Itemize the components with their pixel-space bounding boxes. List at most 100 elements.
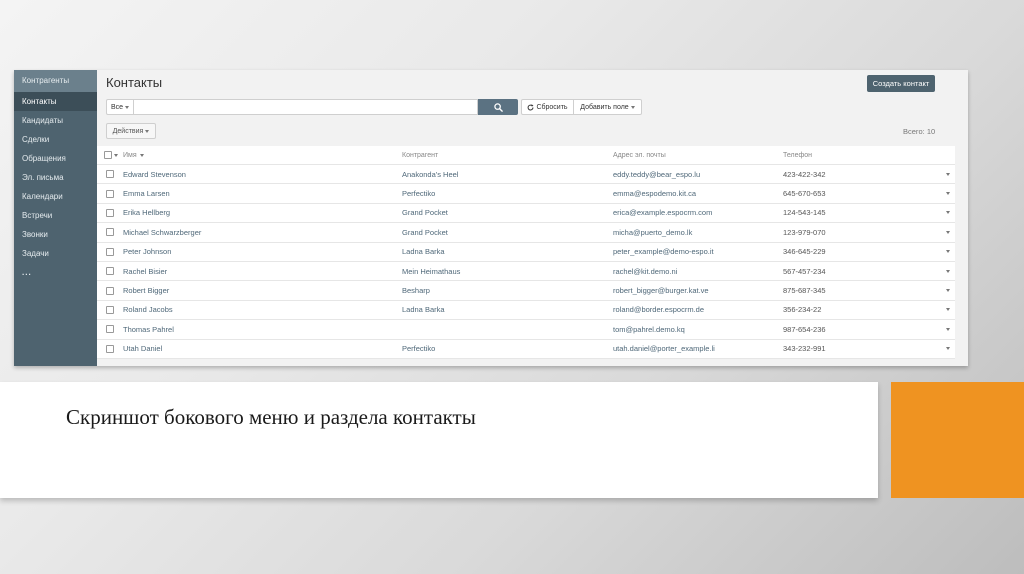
search-button[interactable] (478, 99, 518, 115)
row-actions-button[interactable] (946, 262, 950, 280)
sidebar-item-accounts[interactable]: Контрагенты (14, 70, 97, 92)
checkbox-icon (106, 325, 114, 334)
checkbox-icon (106, 344, 114, 353)
column-header-email: Адрес эл. почты (613, 151, 666, 159)
contact-name-link[interactable]: Robert Bigger (123, 286, 402, 295)
contact-name-link[interactable]: Emma Larsen (123, 189, 402, 198)
refresh-icon (528, 103, 534, 110)
filter-select[interactable]: Все (106, 99, 134, 115)
contact-name-link[interactable]: Utah Daniel (123, 344, 402, 353)
sidebar-item-tasks[interactable]: Задачи (14, 244, 97, 263)
account-link[interactable]: Besharp (402, 286, 613, 295)
row-checkbox[interactable] (97, 247, 123, 256)
sidebar-item-opportunities[interactable]: Сделки (14, 130, 97, 149)
sidebar-item-cases[interactable]: Обращения (14, 149, 97, 168)
account-link[interactable]: Grand Pocket (402, 208, 613, 217)
email-link[interactable]: peter_example@demo-espo.it (613, 247, 783, 256)
row-actions-button[interactable] (946, 204, 950, 222)
checkbox-icon (106, 286, 114, 295)
caret-down-icon (946, 327, 950, 331)
row-checkbox[interactable] (97, 189, 123, 198)
sort-caret-icon (139, 153, 144, 157)
account-link[interactable]: Ladna Barka (402, 305, 613, 314)
add-field-button[interactable]: Добавить поле (574, 99, 642, 115)
account-link[interactable]: Perfectiko (402, 344, 613, 353)
table-row: Edward Stevenson Anakonda's Heel eddy.tedd… (97, 165, 955, 185)
column-header-name[interactable]: Имя (123, 152, 402, 159)
select-all-checkbox[interactable] (97, 151, 123, 159)
email-link[interactable]: rachel@kit.demo.ni (613, 267, 783, 276)
caret-down-icon (630, 105, 635, 109)
email-link[interactable]: robert_bigger@burger.kat.ve (613, 286, 783, 295)
contact-name-link[interactable]: Michael Schwarzberger (123, 228, 402, 237)
actions-dropdown[interactable]: Действия (106, 123, 156, 139)
app-screenshot: Контрагенты Контакты Кандидаты Сделки Об… (14, 70, 968, 366)
caret-down-icon (114, 153, 118, 157)
contact-name-link[interactable]: Edward Stevenson (123, 170, 402, 179)
email-link[interactable]: micha@puerto_demo.lk (613, 228, 783, 237)
row-actions-button[interactable] (946, 340, 950, 358)
phone-value: 346-645-229 (783, 247, 826, 257)
row-checkbox[interactable] (97, 286, 123, 295)
account-link[interactable]: Mein Heimathaus (402, 267, 613, 276)
account-link[interactable]: Anakonda's Heel (402, 170, 613, 179)
checkbox-icon (106, 228, 114, 237)
contacts-table: Имя Контрагент Адрес эл. почты Телефон E… (97, 146, 955, 359)
contact-name-link[interactable]: Peter Johnson (123, 247, 402, 256)
reset-filter-button[interactable]: Сбросить (521, 99, 574, 115)
phone-value: 987-654-236 (783, 324, 826, 334)
caret-down-icon (946, 347, 950, 351)
row-checkbox[interactable] (97, 208, 123, 217)
filter-select-label: Все (111, 103, 124, 111)
email-link[interactable]: erica@example.espocrm.com (613, 208, 783, 217)
sidebar-item-emails[interactable]: Эл. письма (14, 168, 97, 187)
email-link[interactable]: tom@pahrel.demo.kq (613, 325, 783, 334)
caret-down-icon (946, 172, 950, 176)
column-header-name-label: Имя (123, 151, 137, 159)
table-row: Rachel Bisier Mein Heimathaus rachel@kit.d… (97, 262, 955, 282)
sidebar-item-contacts[interactable]: Контакты (14, 92, 97, 111)
email-link[interactable]: utah.daniel@porter_example.li (613, 344, 783, 353)
email-link[interactable]: eddy.teddy@bear_espo.lu (613, 170, 783, 179)
orange-accent-block (891, 382, 1024, 498)
sidebar-item-leads[interactable]: Кандидаты (14, 111, 97, 130)
row-actions-button[interactable] (946, 301, 950, 319)
sidebar-more-button[interactable]: ... (14, 263, 97, 282)
checkbox-icon (106, 305, 114, 314)
phone-value: 343-232-991 (783, 344, 826, 354)
contact-name-link[interactable]: Thomas Pahrel (123, 325, 402, 334)
row-actions-button[interactable] (946, 243, 950, 261)
contact-name-link[interactable]: Rachel Bisier (123, 267, 402, 276)
contact-name-link[interactable]: Erika Hellberg (123, 208, 402, 217)
email-link[interactable]: roland@border.espocrm.de (613, 305, 783, 314)
create-contact-button[interactable]: Создать контакт (867, 75, 935, 92)
account-link[interactable]: Grand Pocket (402, 228, 613, 237)
sidebar: Контрагенты Контакты Кандидаты Сделки Об… (14, 70, 97, 366)
row-actions-button[interactable] (946, 281, 950, 299)
sidebar-item-meetings[interactable]: Встречи (14, 206, 97, 225)
row-actions-button[interactable] (946, 320, 950, 338)
contact-name-link[interactable]: Roland Jacobs (123, 305, 402, 314)
row-checkbox[interactable] (97, 170, 123, 179)
sidebar-item-calls[interactable]: Звонки (14, 225, 97, 244)
reset-filter-label: Сбросить (536, 103, 568, 111)
row-checkbox[interactable] (97, 228, 123, 237)
row-actions-button[interactable] (946, 223, 950, 241)
row-checkbox[interactable] (97, 305, 123, 314)
row-checkbox[interactable] (97, 325, 123, 334)
row-checkbox[interactable] (97, 344, 123, 353)
search-input[interactable] (134, 99, 478, 115)
row-checkbox[interactable] (97, 267, 123, 276)
account-link[interactable]: Ladna Barka (402, 247, 613, 256)
caret-down-icon (946, 211, 950, 215)
table-row: Peter Johnson Ladna Barka peter_example@de… (97, 243, 955, 262)
sidebar-item-calendar[interactable]: Календари (14, 187, 97, 206)
phone-value: 356-234-22 (783, 305, 822, 315)
row-actions-button[interactable] (946, 184, 950, 202)
caret-down-icon (946, 289, 950, 293)
caret-down-icon (946, 308, 950, 312)
account-link[interactable]: Perfectiko (402, 189, 613, 198)
email-link[interactable]: emma@espodemo.kit.ca (613, 189, 783, 198)
checkbox-icon (106, 208, 114, 217)
row-actions-button[interactable] (946, 165, 950, 183)
